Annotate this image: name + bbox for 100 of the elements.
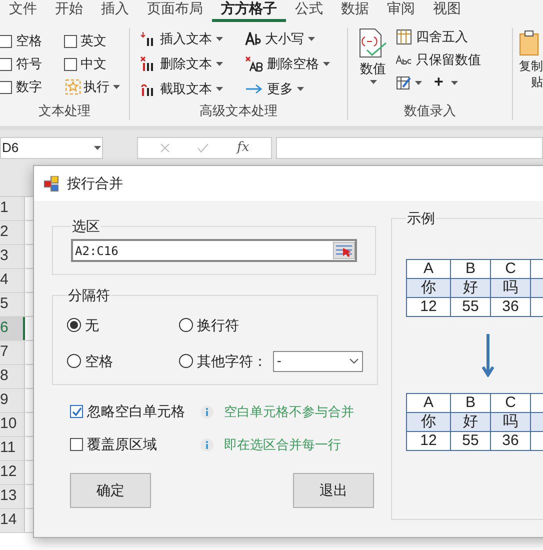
radio-button[interactable] xyxy=(179,318,193,332)
example-cell: 36 xyxy=(491,298,531,317)
dialog-button[interactable]: 退出 xyxy=(293,473,374,508)
ribbon-tab[interactable]: 插入 xyxy=(92,0,138,22)
info-icon xyxy=(200,438,214,452)
row-header[interactable]: 2 xyxy=(0,221,25,244)
hint-text: 空白单元格不参与合并 xyxy=(224,402,354,421)
dialog-button[interactable]: 确定 xyxy=(70,473,151,508)
run-button[interactable]: 执行 xyxy=(64,78,129,96)
ribbon-button[interactable]: 大小写 xyxy=(245,30,340,48)
ribbon-tab[interactable]: 审阅 xyxy=(378,0,424,22)
checkbox-label: 忽略空白单元格 xyxy=(87,402,185,421)
ribbon-button[interactable]: 截取文本 xyxy=(140,80,245,98)
checkbox[interactable] xyxy=(70,405,83,418)
group-legend: 分隔符 xyxy=(67,285,111,306)
arrow-right-icon xyxy=(245,84,263,94)
row-header[interactable]: 12 xyxy=(0,461,25,484)
dialog-title: 按行合并 xyxy=(67,174,123,193)
row-header[interactable]: 7 xyxy=(0,341,25,364)
ribbon-button[interactable]: 插入文本 xyxy=(140,30,245,48)
group-label: 文本处理 xyxy=(38,102,92,120)
radio-label: 其他字符： xyxy=(197,352,267,370)
name-box[interactable]: D6 xyxy=(0,136,103,158)
example-cell: A xyxy=(406,260,451,279)
delete-text-icon xyxy=(140,56,156,72)
ribbon-button[interactable]: 四舍五入 xyxy=(396,28,481,46)
caret-icon xyxy=(308,37,315,41)
checkbox[interactable] xyxy=(0,58,12,70)
row-header[interactable]: 1 xyxy=(0,197,25,220)
row-header[interactable]: 5 xyxy=(0,293,25,316)
row-header[interactable]: 6 xyxy=(0,317,25,340)
example-cell: 12 xyxy=(406,432,451,451)
letters-icon xyxy=(245,32,261,46)
row-header[interactable]: 8 xyxy=(0,365,25,388)
caret-icon xyxy=(370,80,376,84)
checkbox-label: 覆盖原区域 xyxy=(87,435,157,454)
checkbox-label: 符号 xyxy=(16,55,42,74)
ribbon-tab[interactable]: 数据 xyxy=(332,0,378,22)
checkbox[interactable] xyxy=(70,438,83,451)
ribbon-button[interactable]: 只保留数值 xyxy=(396,51,481,69)
example-cell: B xyxy=(451,394,491,413)
range-field[interactable]: A2:C16 xyxy=(71,239,357,262)
example-cell: C xyxy=(491,260,531,279)
group-legend: 示例 xyxy=(406,209,436,229)
radio-button[interactable] xyxy=(67,354,81,368)
example-cell: 55 xyxy=(451,432,491,451)
caret-icon xyxy=(216,62,223,66)
example-cell: 吗 xyxy=(491,279,531,298)
row-header[interactable]: 9 xyxy=(0,389,25,412)
radio-label: 无 xyxy=(85,316,99,334)
ribbon-tab[interactable]: 开始 xyxy=(46,0,92,22)
example-cell: B xyxy=(451,260,491,279)
radio-button[interactable] xyxy=(179,354,193,368)
radio-button[interactable] xyxy=(67,318,81,332)
paste-button[interactable]: 复制 贴 xyxy=(513,22,543,126)
radio-label: 换行符 xyxy=(197,316,239,334)
ribbon-button[interactable]: 更多 xyxy=(245,80,340,98)
plus-button[interactable]: + xyxy=(434,75,458,91)
group-legend: 选区 xyxy=(71,216,101,237)
checkbox-label: 英文 xyxy=(80,32,106,50)
example-cell: 你 xyxy=(406,279,451,298)
row-header[interactable]: 10 xyxy=(0,413,25,436)
check-icon[interactable] xyxy=(197,142,210,152)
row-header[interactable]: 3 xyxy=(0,245,25,268)
ribbon-button[interactable]: 删除空格 xyxy=(245,55,340,73)
checkbox[interactable] xyxy=(0,34,12,48)
example-cell: 55 xyxy=(451,298,491,317)
caret-icon xyxy=(216,87,223,91)
ribbon-button[interactable]: 删除文本 xyxy=(140,55,245,73)
caret-icon xyxy=(297,87,304,91)
example-cell: C xyxy=(491,394,531,413)
row-header[interactable]: 13 xyxy=(0,485,25,508)
checkbox[interactable] xyxy=(64,34,76,48)
table-edit-button[interactable] xyxy=(396,75,422,91)
group-label: 数值录入 xyxy=(403,102,457,120)
row-header[interactable]: 11 xyxy=(0,437,25,460)
app-icon xyxy=(44,176,60,192)
row-header[interactable]: 4 xyxy=(0,269,25,292)
group-label: 高级文本处理 xyxy=(198,102,278,120)
row-header[interactable]: 14 xyxy=(0,509,25,532)
checkbox[interactable] xyxy=(64,58,76,70)
ribbon-tab[interactable]: 文件 xyxy=(0,0,46,22)
caret-icon xyxy=(323,62,330,66)
star-icon xyxy=(64,79,80,95)
formula-input[interactable] xyxy=(276,136,543,158)
hint-text: 即在选区合并每一行 xyxy=(224,436,341,454)
radio-label: 空格 xyxy=(85,352,113,370)
example-cell: 你 xyxy=(406,413,451,432)
checkbox[interactable] xyxy=(0,80,12,94)
caret-icon xyxy=(94,146,101,150)
number-button[interactable]: 数值 xyxy=(356,28,390,92)
table-pencil-icon xyxy=(396,75,412,91)
function-button[interactable]: fx xyxy=(237,138,250,158)
ribbon-tab[interactable]: 页面布局 xyxy=(138,0,212,22)
separator-dropdown[interactable]: - xyxy=(273,350,363,372)
range-picker-icon[interactable] xyxy=(333,242,355,259)
caret-icon xyxy=(216,37,223,41)
ribbon-tab[interactable]: 公式 xyxy=(286,0,332,22)
chevron-down-icon xyxy=(349,358,359,364)
ribbon-tab[interactable]: 视图 xyxy=(424,0,470,22)
